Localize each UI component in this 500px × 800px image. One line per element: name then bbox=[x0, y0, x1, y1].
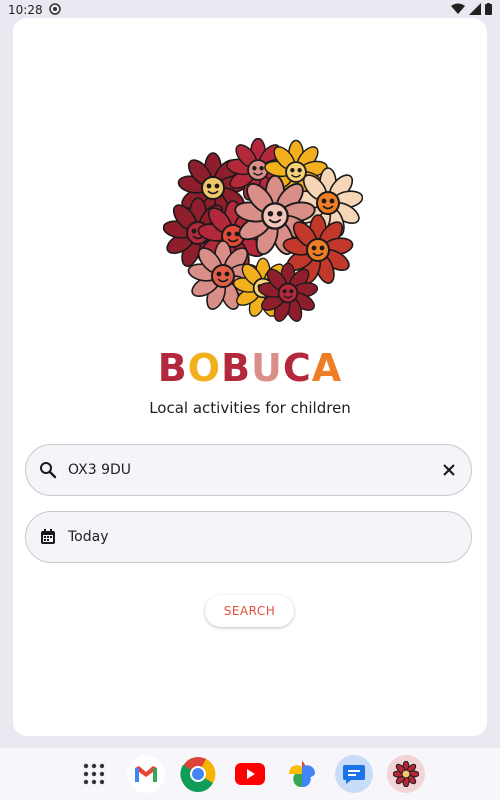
clear-icon[interactable] bbox=[429, 463, 469, 477]
brand-letter: B bbox=[221, 346, 252, 390]
location-input-value[interactable]: OX3 9DU bbox=[68, 462, 429, 478]
status-bar: 10:28 bbox=[0, 0, 500, 20]
brand-letter: A bbox=[311, 346, 343, 390]
messages-icon[interactable] bbox=[335, 755, 373, 793]
chrome-icon[interactable] bbox=[179, 755, 217, 793]
battery-icon bbox=[485, 2, 492, 18]
date-input-value[interactable]: Today bbox=[68, 529, 471, 545]
search-button[interactable]: SEARCH bbox=[205, 595, 294, 627]
search-icon bbox=[28, 461, 68, 479]
main-sheet: BOBUCA Local activities for children OX3… bbox=[13, 18, 487, 736]
brand-wordmark: BOBUCA bbox=[13, 346, 487, 390]
location-search-field[interactable]: OX3 9DU bbox=[25, 444, 472, 496]
bobuca-flower-logo bbox=[161, 137, 365, 328]
signal-icon bbox=[469, 2, 481, 18]
brand-letter: U bbox=[251, 346, 283, 390]
photos-icon[interactable] bbox=[283, 755, 321, 793]
app-drawer-icon[interactable] bbox=[75, 755, 113, 793]
calendar-icon bbox=[28, 528, 68, 546]
brand-letter: C bbox=[282, 346, 312, 390]
bobuca-app-icon[interactable] bbox=[387, 755, 425, 793]
gmail-icon[interactable] bbox=[127, 755, 165, 793]
notification-icon bbox=[48, 2, 61, 18]
brand-letter: B bbox=[157, 346, 188, 390]
wifi-icon bbox=[451, 3, 465, 18]
date-picker-field[interactable]: Today bbox=[25, 511, 472, 563]
app-dock bbox=[0, 748, 500, 800]
tagline: Local activities for children bbox=[149, 399, 351, 417]
brand-letter: O bbox=[187, 346, 222, 390]
youtube-icon[interactable] bbox=[231, 755, 269, 793]
status-time: 10:28 bbox=[8, 3, 43, 17]
